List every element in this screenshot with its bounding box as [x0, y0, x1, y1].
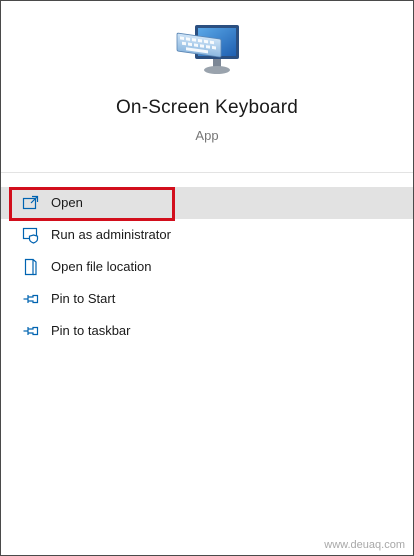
menu-item-label: Open file location — [51, 259, 152, 274]
pin-icon — [23, 294, 39, 304]
file-icon — [24, 258, 37, 276]
menu-item-label: Run as administrator — [51, 227, 171, 242]
on-screen-keyboard-icon — [176, 25, 239, 74]
menu-item-label: Pin to Start — [51, 291, 116, 306]
start-menu-context-panel: On-Screen Keyboard App Open Run as admin… — [0, 0, 414, 556]
shield-icon — [22, 227, 39, 244]
open-icon — [22, 195, 39, 210]
menu-item-pin-to-taskbar[interactable]: Pin to taskbar — [1, 315, 413, 347]
menu-item-open-file-location[interactable]: Open file location — [1, 251, 413, 283]
menu-item-open[interactable]: Open — [1, 187, 413, 219]
menu-item-run-as-administrator[interactable]: Run as administrator — [1, 219, 413, 251]
pin-icon — [23, 326, 39, 336]
app-title: On-Screen Keyboard — [115, 97, 299, 118]
menu-item-label: Pin to taskbar — [51, 323, 131, 338]
menu-item-label: Open — [51, 195, 83, 210]
context-menu: Open Run as administrator Open file loca… — [1, 187, 413, 347]
menu-item-pin-to-start[interactable]: Pin to Start — [1, 283, 413, 315]
divider — [1, 172, 413, 173]
app-type-label: App — [195, 128, 219, 143]
watermark: www.deuaq.com — [324, 539, 405, 551]
